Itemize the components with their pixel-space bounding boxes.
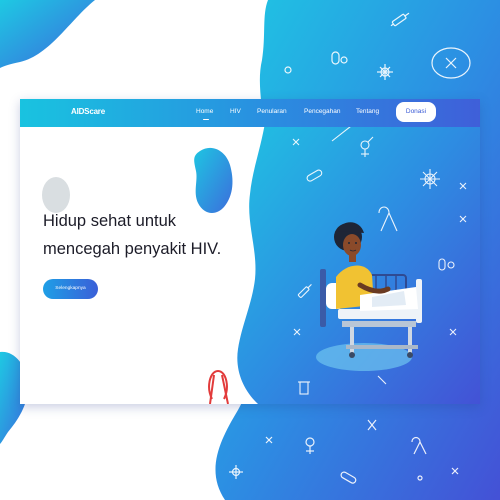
hero-headline-line1: Hidup sehat untuk [43, 212, 177, 230]
active-nav-indicator [203, 119, 209, 121]
donate-button[interactable]: Donasi [396, 102, 436, 122]
nav-item-penularan[interactable]: Penularan [257, 108, 287, 115]
brand-logo[interactable]: AIDScare [71, 107, 105, 116]
hero-headline-line2: mencegah penyakit HIV. [43, 240, 222, 258]
headline-blob [194, 147, 233, 213]
hero-headline: Hidup sehat untuk mencegah penyakit HIV. [43, 207, 243, 263]
nav-item-tentang[interactable]: Tentang [356, 108, 379, 115]
landing-card: AIDScare Home HIV Penularan Pencegahan T… [20, 99, 480, 404]
top-left-blob [0, 0, 95, 68]
nav-item-hiv[interactable]: HIV [230, 108, 241, 115]
top-navbar: AIDScare Home HIV Penularan Pencegahan T… [20, 99, 480, 127]
nav-item-home[interactable]: Home [196, 108, 213, 115]
red-ribbon-icon [208, 369, 229, 404]
virus-icon-card [420, 169, 440, 189]
nav-item-pencegahan[interactable]: Pencegahan [304, 108, 341, 115]
learn-more-button[interactable]: Selengkapnya [43, 279, 98, 299]
